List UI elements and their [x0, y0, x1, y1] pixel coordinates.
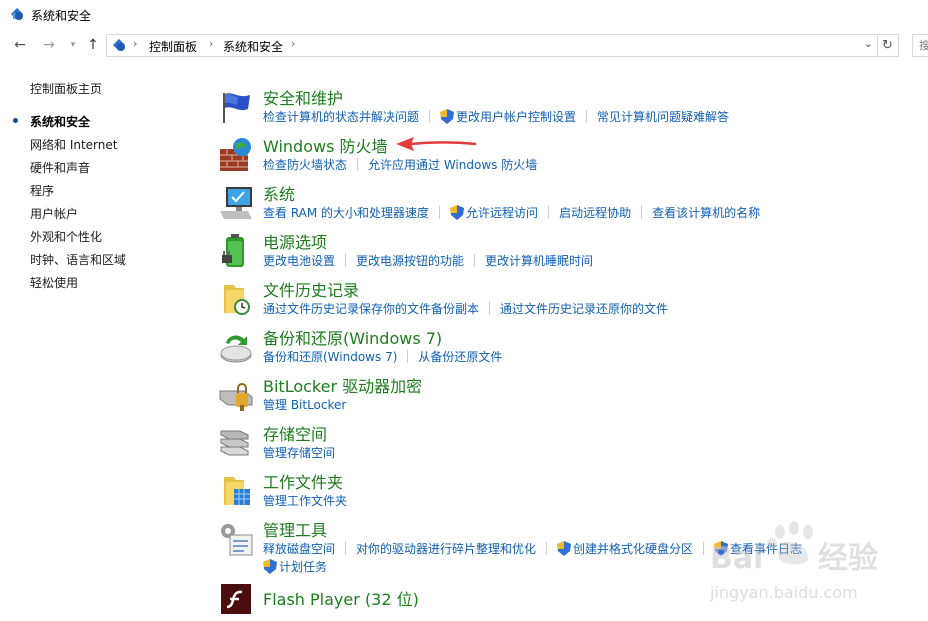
breadcrumb-control-panel[interactable]: 控制面板	[149, 38, 197, 55]
link-task-scheduler[interactable]: 计划任务	[279, 558, 327, 575]
sidebar-item-network[interactable]: 网络和 Internet	[30, 136, 117, 153]
link-allow-app[interactable]: 允许应用通过 Windows 防火墙	[368, 156, 537, 173]
link-free-disk-space[interactable]: 释放磁盘空间	[263, 540, 335, 557]
divider	[439, 206, 441, 219]
link-troubleshoot[interactable]: 常见计算机问题疑难解答	[597, 108, 729, 125]
backup-icon	[220, 335, 252, 363]
divider	[357, 158, 359, 171]
folder-clock-icon	[224, 285, 250, 315]
category-title[interactable]: 存储空间	[263, 421, 327, 445]
link-firewall-status[interactable]: 检查防火墙状态	[263, 156, 347, 173]
battery-icon	[222, 234, 244, 267]
link-remote-assistance[interactable]: 启动远程协助	[559, 204, 631, 221]
link-ram-cpu[interactable]: 查看 RAM 的大小和处理器速度	[263, 204, 429, 221]
refresh-button[interactable]: ↻	[877, 34, 899, 57]
link-power-button[interactable]: 更改电源按钮的功能	[356, 252, 464, 269]
link-remote-access[interactable]: 允许远程访问	[466, 204, 538, 221]
sidebar-item-appearance[interactable]: 外观和个性化	[30, 228, 102, 245]
baidu-watermark-logo: Bai 经验 jingyan.baidu.com	[709, 521, 878, 602]
category-title[interactable]: 安全和维护	[263, 85, 343, 109]
divider	[641, 206, 643, 219]
category-title[interactable]: 文件历史记录	[263, 277, 359, 301]
tools-icon	[221, 524, 253, 556]
sidebar-item-user-accounts[interactable]: 用户帐户	[30, 205, 78, 222]
chevron-right-icon: ›	[209, 37, 214, 50]
search-input[interactable]: 搜	[912, 34, 928, 57]
svg-text:Bai: Bai	[710, 541, 763, 576]
category-title[interactable]: 备份和还原(Windows 7)	[263, 325, 442, 349]
window-title: 系统和安全	[31, 9, 92, 23]
control-panel-icon	[11, 8, 23, 20]
svg-text:经验: 经验	[818, 541, 878, 576]
link-check-status[interactable]: 检查计算机的状态并解决问题	[263, 108, 419, 125]
uac-shield-icon	[263, 559, 277, 574]
svg-text:jingyan.baidu.com: jingyan.baidu.com	[709, 583, 858, 602]
link-manage-work-folders[interactable]: 管理工作文件夹	[263, 492, 347, 509]
uac-shield-icon	[450, 205, 465, 220]
navigation-bar: ← → ▾ ↑ › 控制面板 › 系统和安全 › ⌄ ↻ 搜	[0, 31, 928, 61]
storage-icon	[220, 430, 249, 456]
link-backup-copy[interactable]: 通过文件历史记录保存你的文件备份副本	[263, 300, 479, 317]
category-title[interactable]: Windows 防火墙	[263, 133, 388, 157]
category-title[interactable]: BitLocker 驱动器加密	[263, 373, 422, 397]
title-bar: 系统和安全	[0, 0, 928, 30]
sidebar-item-clock-region[interactable]: 时钟、语言和区域	[30, 251, 126, 268]
firewall-icon	[220, 138, 251, 171]
sidebar-item-control-panel-home[interactable]: 控制面板主页	[30, 80, 102, 97]
chevron-right-icon: ›	[291, 37, 296, 50]
sidebar-item-hardware[interactable]: 硬件和声音	[30, 159, 90, 176]
link-uac-settings[interactable]: 更改用户帐户控制设置	[456, 108, 576, 125]
link-manage-storage[interactable]: 管理存储空间	[263, 444, 335, 461]
link-restore-from-backup[interactable]: 从备份还原文件	[418, 348, 502, 365]
link-create-partition[interactable]: 创建并格式化硬盘分区	[573, 540, 693, 557]
uac-shield-icon	[557, 541, 572, 556]
annotation-arrow-icon	[396, 137, 477, 151]
category-title[interactable]: Flash Player (32 位)	[263, 586, 419, 610]
link-computer-name[interactable]: 查看该计算机的名称	[652, 204, 760, 221]
divider	[407, 350, 409, 363]
link-battery-settings[interactable]: 更改电池设置	[263, 252, 335, 269]
category-title[interactable]: 管理工具	[263, 517, 327, 541]
divider	[474, 254, 476, 267]
current-indicator	[13, 118, 18, 123]
recent-locations-button[interactable]: ▾	[64, 36, 82, 54]
flash-icon	[221, 584, 251, 614]
forward-button[interactable]: →	[40, 36, 58, 54]
uac-shield-icon	[440, 109, 455, 124]
divider	[546, 542, 548, 555]
divider	[586, 110, 588, 123]
sidebar-item-ease-of-access[interactable]: 轻松使用	[30, 274, 78, 291]
divider	[548, 206, 550, 219]
category-title[interactable]: 工作文件夹	[263, 469, 343, 493]
chevron-right-icon: ›	[133, 37, 138, 50]
work-folder-icon	[224, 477, 250, 505]
breadcrumb-system-security[interactable]: 系统和安全	[223, 38, 283, 55]
divider	[345, 542, 347, 555]
divider	[489, 302, 491, 315]
sidebar-item-system-security[interactable]: 系统和安全	[30, 113, 90, 130]
link-defragment[interactable]: 对你的驱动器进行碎片整理和优化	[356, 540, 536, 557]
divider	[429, 110, 431, 123]
link-restore-files[interactable]: 通过文件历史记录还原你的文件	[500, 300, 668, 317]
link-manage-bitlocker[interactable]: 管理 BitLocker	[263, 396, 346, 413]
link-sleep-time[interactable]: 更改计算机睡眠时间	[485, 252, 593, 269]
category-title[interactable]: 系统	[263, 181, 295, 205]
divider	[345, 254, 347, 267]
control-panel-icon	[113, 39, 125, 51]
link-backup-restore[interactable]: 备份和还原(Windows 7)	[263, 348, 397, 365]
up-button[interactable]: ↑	[84, 36, 102, 54]
category-title[interactable]: 电源选项	[263, 229, 327, 253]
computer-icon	[220, 187, 252, 219]
lock-drive-icon	[219, 383, 253, 411]
chevron-down-icon[interactable]: ⌄	[864, 37, 873, 50]
back-button[interactable]: ←	[11, 36, 29, 54]
sidebar-item-programs[interactable]: 程序	[30, 182, 54, 199]
flag-icon	[223, 93, 250, 123]
address-bar[interactable]: › 控制面板 › 系统和安全 › ⌄	[106, 34, 878, 57]
